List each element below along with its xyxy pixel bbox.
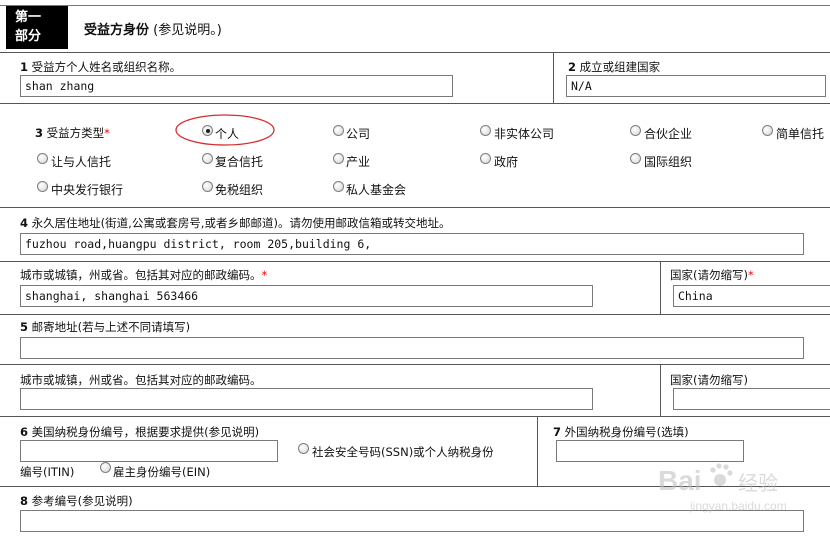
field6-label: 6 美国纳税身份编号，根据要求提供(参见说明) bbox=[20, 424, 259, 440]
country-of-organization-input[interactable]: N/A bbox=[566, 75, 826, 97]
section-title-main: 受益方身份 bbox=[84, 23, 150, 38]
radio-grantor-trust[interactable] bbox=[37, 153, 48, 164]
option-label-disregarded-entity: 非实体公司 bbox=[494, 127, 555, 141]
field7-label: 7 外国纳税身份编号(选填) bbox=[553, 424, 689, 440]
country-input[interactable]: China bbox=[673, 285, 830, 307]
top-border bbox=[0, 5, 830, 6]
option-label-partnership: 合伙企业 bbox=[644, 127, 693, 141]
option-label-complex-trust: 复合信托 bbox=[215, 155, 264, 169]
radio-government[interactable] bbox=[480, 153, 491, 164]
field2-label-text: 成立或组建国家 bbox=[579, 60, 661, 74]
radio-international-org[interactable] bbox=[630, 153, 641, 164]
field4-number: 4 bbox=[20, 216, 29, 230]
field7-label-text: 外国纳税身份编号(选填) bbox=[564, 425, 689, 439]
field3-required-mark: * bbox=[104, 126, 110, 140]
part-label-line2: 部分 bbox=[15, 29, 42, 44]
radio-partnership[interactable] bbox=[630, 125, 641, 136]
radio-central-bank[interactable] bbox=[37, 181, 48, 192]
city2-label: 城市或城镇，州或省。包括其对应的邮政编码。 bbox=[20, 373, 262, 387]
country1-label-text: 国家(请勿缩写) bbox=[670, 268, 748, 282]
divider-header bbox=[0, 52, 830, 53]
watermark-url: jingyan.baidu.com bbox=[689, 499, 787, 513]
field3-number: 3 bbox=[35, 126, 44, 140]
divider-row1 bbox=[0, 103, 830, 104]
section-title-note: (参见说明。) bbox=[153, 23, 222, 38]
us-tin-input[interactable] bbox=[20, 440, 278, 462]
field2-label: 2 成立或组建国家 bbox=[568, 59, 660, 75]
field1-label: 1 受益方个人姓名或组织名称。 bbox=[20, 59, 181, 75]
field8-number: 8 bbox=[20, 494, 29, 508]
radio-private-foundation[interactable] bbox=[333, 181, 344, 192]
field5-number: 5 bbox=[20, 320, 29, 334]
option-label-tax-exempt-org: 免税组织 bbox=[215, 183, 264, 197]
field6-number: 6 bbox=[20, 425, 29, 439]
option-label-private-foundation: 私人基金会 bbox=[346, 183, 407, 197]
option-label-corporation: 公司 bbox=[346, 127, 371, 141]
option-label-government: 政府 bbox=[494, 155, 519, 169]
field7-number: 7 bbox=[553, 425, 562, 439]
beneficiary-name-input[interactable]: shan zhang bbox=[20, 75, 453, 97]
country1-required-mark: * bbox=[747, 268, 754, 282]
divider-v-row7 bbox=[537, 416, 538, 486]
mailing-address-input[interactable] bbox=[20, 337, 804, 359]
city1-label: 城市或城镇，州或省。包括其对应的邮政编码。* bbox=[20, 267, 267, 283]
radio-corporation[interactable] bbox=[333, 125, 344, 136]
option-label-simple-trust: 简单信托 bbox=[776, 127, 825, 141]
option-label-international-org: 国际组织 bbox=[644, 155, 693, 169]
radio-estate[interactable] bbox=[333, 153, 344, 164]
radio-tax-exempt-org[interactable] bbox=[202, 181, 213, 192]
divider-v-row6 bbox=[660, 364, 661, 416]
permanent-address-input[interactable]: fuzhou road,huangpu district, room 205,b… bbox=[20, 233, 804, 255]
country2-label: 国家(请勿缩写) bbox=[670, 373, 748, 387]
radio-complex-trust[interactable] bbox=[202, 153, 213, 164]
divider-v-row4 bbox=[660, 261, 661, 314]
field1-label-text: 受益方个人姓名或组织名称。 bbox=[31, 60, 182, 74]
part-label: 第一 部分 bbox=[6, 5, 68, 49]
radio-individual[interactable] bbox=[202, 125, 213, 136]
field3-label-text: 受益方类型 bbox=[46, 126, 105, 140]
field5-label-text: 邮寄地址(若与上述不同请填写) bbox=[31, 320, 191, 334]
field4-label-text: 永久居住地址(街道,公寓或套房号,或者乡邮邮道)。请勿使用邮政信箱或转交地址。 bbox=[31, 216, 451, 230]
option-label-estate: 产业 bbox=[346, 155, 371, 169]
option-label-ein: 雇主身份编号(EIN) bbox=[113, 465, 211, 479]
divider-v-row1 bbox=[553, 52, 554, 103]
radio-ssn-itin[interactable] bbox=[298, 443, 309, 454]
option-label-ssn-itin: 社会安全号码(SSN)或个人纳税身份 bbox=[312, 445, 494, 459]
watermark-brand2: 经验 bbox=[738, 471, 778, 495]
option-label-individual: 个人 bbox=[215, 127, 240, 141]
city-state-postal-input[interactable]: shanghai, shanghai 563466 bbox=[20, 285, 593, 307]
divider-row5 bbox=[0, 364, 830, 365]
divider-row3 bbox=[0, 261, 830, 262]
country1-label: 国家(请勿缩写)* bbox=[670, 267, 754, 283]
field2-number: 2 bbox=[568, 60, 577, 74]
divider-row2 bbox=[0, 207, 830, 208]
option-label-central-bank: 中央发行银行 bbox=[51, 183, 124, 197]
field8-label: 8 参考编号(参见说明) bbox=[20, 493, 133, 509]
mailing-country-input[interactable] bbox=[673, 388, 830, 410]
watermark-brand: Bai bbox=[658, 465, 702, 496]
city1-label-text: 城市或城镇，州或省。包括其对应的邮政编码。 bbox=[20, 268, 262, 282]
field3-label: 3 受益方类型* bbox=[35, 125, 110, 141]
baidu-paw-logo: Bai 经验 jingyan.baidu.com bbox=[658, 463, 787, 513]
city1-required-mark: * bbox=[261, 268, 268, 282]
section-title: 受益方身份 (参见说明。) bbox=[84, 19, 222, 38]
baidu-watermark: Bai 经验 jingyan.baidu.com bbox=[650, 456, 800, 516]
radio-ein[interactable] bbox=[100, 462, 111, 473]
option-label-ssn-itin-cont: 编号(ITIN) bbox=[20, 465, 75, 479]
option-label-grantor-trust: 让与人信托 bbox=[51, 155, 112, 169]
divider-row6 bbox=[0, 416, 830, 417]
divider-row4 bbox=[0, 314, 830, 315]
field4-label: 4 永久居住地址(街道,公寓或套房号,或者乡邮邮道)。请勿使用邮政信箱或转交地址… bbox=[20, 215, 450, 231]
field5-label: 5 邮寄地址(若与上述不同请填写) bbox=[20, 319, 190, 335]
w8ben-form-page: 第一 部分 受益方身份 (参见说明。) 1 受益方个人姓名或组织名称。 shan… bbox=[0, 0, 830, 536]
field8-label-text: 参考编号(参见说明) bbox=[31, 494, 133, 508]
mailing-city-input[interactable] bbox=[20, 388, 593, 410]
field6-label-text: 美国纳税身份编号，根据要求提供(参见说明) bbox=[31, 425, 260, 439]
field1-number: 1 bbox=[20, 60, 29, 74]
radio-disregarded-entity[interactable] bbox=[480, 125, 491, 136]
radio-simple-trust[interactable] bbox=[762, 125, 773, 136]
part-label-line1: 第一 bbox=[15, 10, 42, 25]
